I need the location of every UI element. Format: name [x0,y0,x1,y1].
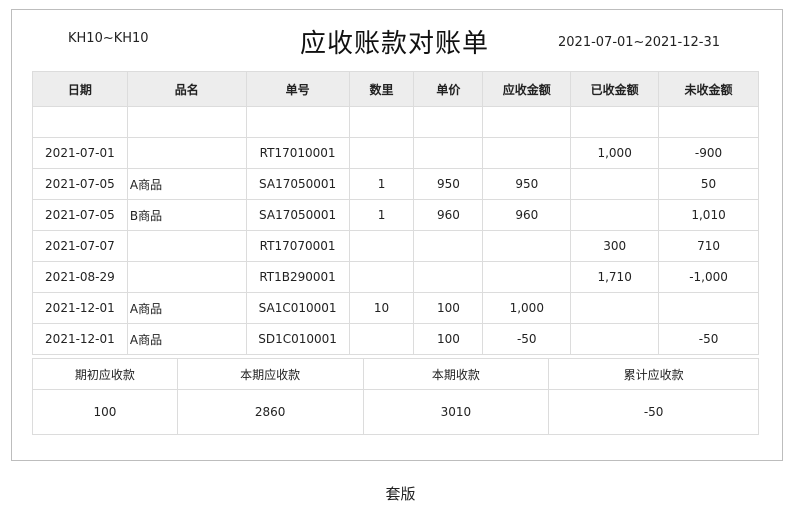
col-header-price: 单价 [413,71,484,107]
cell-price: 100 [413,292,484,324]
table-row: 2021-12-01 A商品 SD1C010001 100 -50 -50 [32,323,759,355]
table-row [32,106,759,138]
period-received-label: 本期收款 [362,358,550,390]
cell-qty [348,323,415,355]
cell-price: 950 [413,168,484,200]
cell-item [126,106,247,138]
cell-date: 2021-07-01 [32,137,128,169]
col-header-outstanding: 未收金额 [658,71,759,107]
summary-table: 期初应收款 本期应收款 本期收款 累计应收款 100 2860 3010 -50 [32,358,759,435]
cell-date: 2021-12-01 [32,323,128,355]
cell-date: 2021-07-07 [32,230,128,262]
table-row: 2021-07-07 RT17070001 300 710 [32,230,759,262]
period-received-value: 3010 [362,389,550,435]
cell-price [413,261,484,293]
table-row: 2021-07-01 RT17010001 1,000 -900 [32,137,759,169]
cell-outstanding: -50 [658,323,759,355]
cell-outstanding: -900 [658,137,759,169]
cell-outstanding: 710 [658,230,759,262]
opening-receivable-label: 期初应收款 [32,358,178,390]
cell-received [570,323,660,355]
cell-receivable [482,106,572,138]
cell-item: A商品 [126,292,247,324]
col-header-received: 已收金额 [570,71,660,107]
cell-doc-no: SD1C010001 [245,323,350,355]
cell-item: B商品 [126,199,247,231]
cell-received [570,292,660,324]
cell-outstanding [658,292,759,324]
cell-receivable: 950 [482,168,572,200]
cell-price [413,106,484,138]
cell-item [126,137,247,169]
cell-price: 960 [413,199,484,231]
statement-table: 日期 品名 单号 数里 单价 应收金额 已收金额 未收金额 2021-07-01… [32,71,759,355]
cell-receivable [482,261,572,293]
cell-outstanding: -1,000 [658,261,759,293]
cumulative-receivable-label: 累计应收款 [548,358,759,390]
cell-item [126,261,247,293]
col-header-doc-no: 单号 [245,71,350,107]
cell-price [413,137,484,169]
cell-date: 2021-07-05 [32,199,128,231]
opening-receivable-value: 100 [32,389,178,435]
cell-doc-no [245,106,350,138]
cell-receivable [482,137,572,169]
period-receivable-label: 本期应收款 [176,358,364,390]
cell-received [570,106,660,138]
cell-item [126,230,247,262]
cell-received [570,168,660,200]
cell-received: 300 [570,230,660,262]
cell-doc-no: RT1B290001 [245,261,350,293]
table-row: 2021-07-05 A商品 SA17050001 1 950 950 50 [32,168,759,200]
customer-range: KH10~KH10 [68,31,149,46]
cell-receivable [482,230,572,262]
date-range: 2021-07-01~2021-12-31 [558,35,720,50]
table-row: 2021-12-01 A商品 SA1C010001 10 100 1,000 [32,292,759,324]
cell-doc-no: SA17050001 [245,199,350,231]
cell-date [32,106,128,138]
cell-qty [348,137,415,169]
cell-qty: 10 [348,292,415,324]
table-row: 2021-08-29 RT1B290001 1,710 -1,000 [32,261,759,293]
cell-qty: 1 [348,168,415,200]
cell-qty [348,230,415,262]
cell-doc-no: SA17050001 [245,168,350,200]
cell-doc-no: RT17070001 [245,230,350,262]
table-row: 2021-07-05 B商品 SA17050001 1 960 960 1,010 [32,199,759,231]
cumulative-receivable-value: -50 [548,389,759,435]
cell-received [570,199,660,231]
col-header-item: 品名 [126,71,247,107]
cell-received: 1,710 [570,261,660,293]
cell-date: 2021-12-01 [32,292,128,324]
cell-outstanding: 1,010 [658,199,759,231]
cell-qty [348,106,415,138]
cell-received: 1,000 [570,137,660,169]
summary-label-row: 期初应收款 本期应收款 本期收款 累计应收款 [32,358,759,390]
cell-qty: 1 [348,199,415,231]
cell-price [413,230,484,262]
cell-receivable: 960 [482,199,572,231]
cell-date: 2021-07-05 [32,168,128,200]
page-title: 应收账款对账单 [300,29,490,59]
col-header-qty: 数里 [348,71,415,107]
period-receivable-value: 2860 [176,389,364,435]
summary-value-row: 100 2860 3010 -50 [32,389,759,435]
caption: 套版 [385,485,416,503]
cell-date: 2021-08-29 [32,261,128,293]
cell-outstanding [658,106,759,138]
cell-item: A商品 [126,168,247,200]
col-header-date: 日期 [32,71,128,107]
table-header-row: 日期 品名 单号 数里 单价 应收金额 已收金额 未收金额 [32,71,759,107]
cell-doc-no: RT17010001 [245,137,350,169]
cell-receivable: 1,000 [482,292,572,324]
cell-qty [348,261,415,293]
cell-item: A商品 [126,323,247,355]
col-header-receivable: 应收金额 [482,71,572,107]
cell-outstanding: 50 [658,168,759,200]
cell-doc-no: SA1C010001 [245,292,350,324]
cell-receivable: -50 [482,323,572,355]
cell-price: 100 [413,323,484,355]
